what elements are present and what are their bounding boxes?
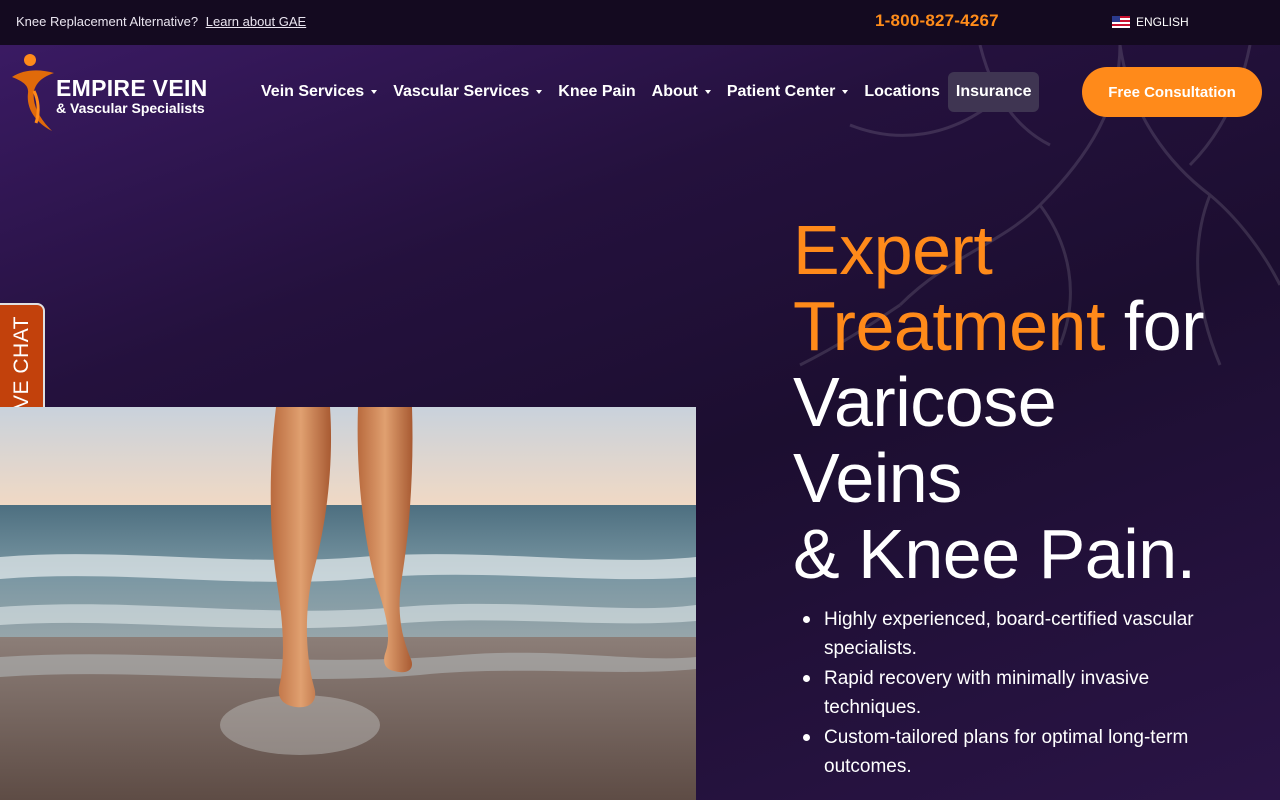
headline-veins: Veins xyxy=(793,439,962,517)
caret-down-icon xyxy=(371,90,378,94)
announcement-text: Knee Replacement Alternative? xyxy=(16,14,199,29)
nav-locations[interactable]: Locations xyxy=(856,72,948,112)
nav-patient-center[interactable]: Patient Center xyxy=(719,72,856,112)
hero-headline: Expert Treatment for Varicose Veins & Kn… xyxy=(793,212,1263,592)
caret-down-icon xyxy=(842,90,849,94)
phone-number-link[interactable]: 1-800-827-4267 xyxy=(875,11,999,31)
logo-sub-text: & Vascular Specialists xyxy=(56,100,205,116)
learn-about-gae-link[interactable]: Learn about GAE xyxy=(206,14,306,29)
nav-label: Knee Pain xyxy=(558,83,636,100)
language-selector[interactable]: ENGLISH xyxy=(1112,15,1189,29)
main-navbar: EMPIRE VEIN & Vascular Specialists Vein … xyxy=(0,45,1280,140)
nav-label: Insurance xyxy=(955,83,1032,100)
announcement-bar: Knee Replacement Alternative? Learn abou… xyxy=(0,0,1280,45)
logo-text: EMPIRE VEIN & Vascular Specialists xyxy=(56,75,208,116)
nav-label: Patient Center xyxy=(726,83,836,100)
nav-knee-pain[interactable]: Knee Pain xyxy=(550,72,643,112)
headline-varicose: Varicose xyxy=(793,363,1057,441)
caret-down-icon xyxy=(536,90,543,94)
logo-main-text: EMPIRE VEIN xyxy=(56,75,208,101)
free-consultation-button[interactable]: Free Consultation xyxy=(1082,67,1262,117)
list-item: Rapid recovery with minimally invasive t… xyxy=(800,664,1230,722)
language-label: ENGLISH xyxy=(1136,15,1189,29)
nav-vein-services[interactable]: Vein Services xyxy=(253,72,385,112)
hero-benefits-list: Highly experienced, board-certified vasc… xyxy=(800,605,1230,782)
list-item: Highly experienced, board-certified vasc… xyxy=(800,605,1230,663)
beach-legs-photo xyxy=(0,407,696,800)
nav-label: About xyxy=(651,83,698,100)
headline-knee-pain: & Knee Pain. xyxy=(793,515,1196,593)
headline-for: for xyxy=(1104,287,1205,365)
nav-insurance[interactable]: Insurance xyxy=(947,72,1040,112)
caret-down-icon xyxy=(704,90,711,94)
list-item: Custom-tailored plans for optimal long-t… xyxy=(800,723,1230,781)
nav-about[interactable]: About xyxy=(644,72,719,112)
announcement: Knee Replacement Alternative? Learn abou… xyxy=(16,14,306,29)
nav-label: Vascular Services xyxy=(393,83,530,100)
nav-label: Locations xyxy=(864,83,940,100)
headline-expert: Expert xyxy=(793,211,993,289)
headline-treatment: Treatment xyxy=(793,287,1105,365)
figure-logo-icon xyxy=(12,54,54,131)
empire-vein-logo[interactable]: EMPIRE VEIN & Vascular Specialists xyxy=(10,51,230,131)
us-flag-icon xyxy=(1112,16,1130,28)
nav-label: Vein Services xyxy=(261,83,365,100)
nav-menu: Vein Services Vascular Services Knee Pai… xyxy=(253,72,1040,112)
nav-vascular-services[interactable]: Vascular Services xyxy=(385,72,550,112)
beach-photo-illustration xyxy=(0,407,696,800)
